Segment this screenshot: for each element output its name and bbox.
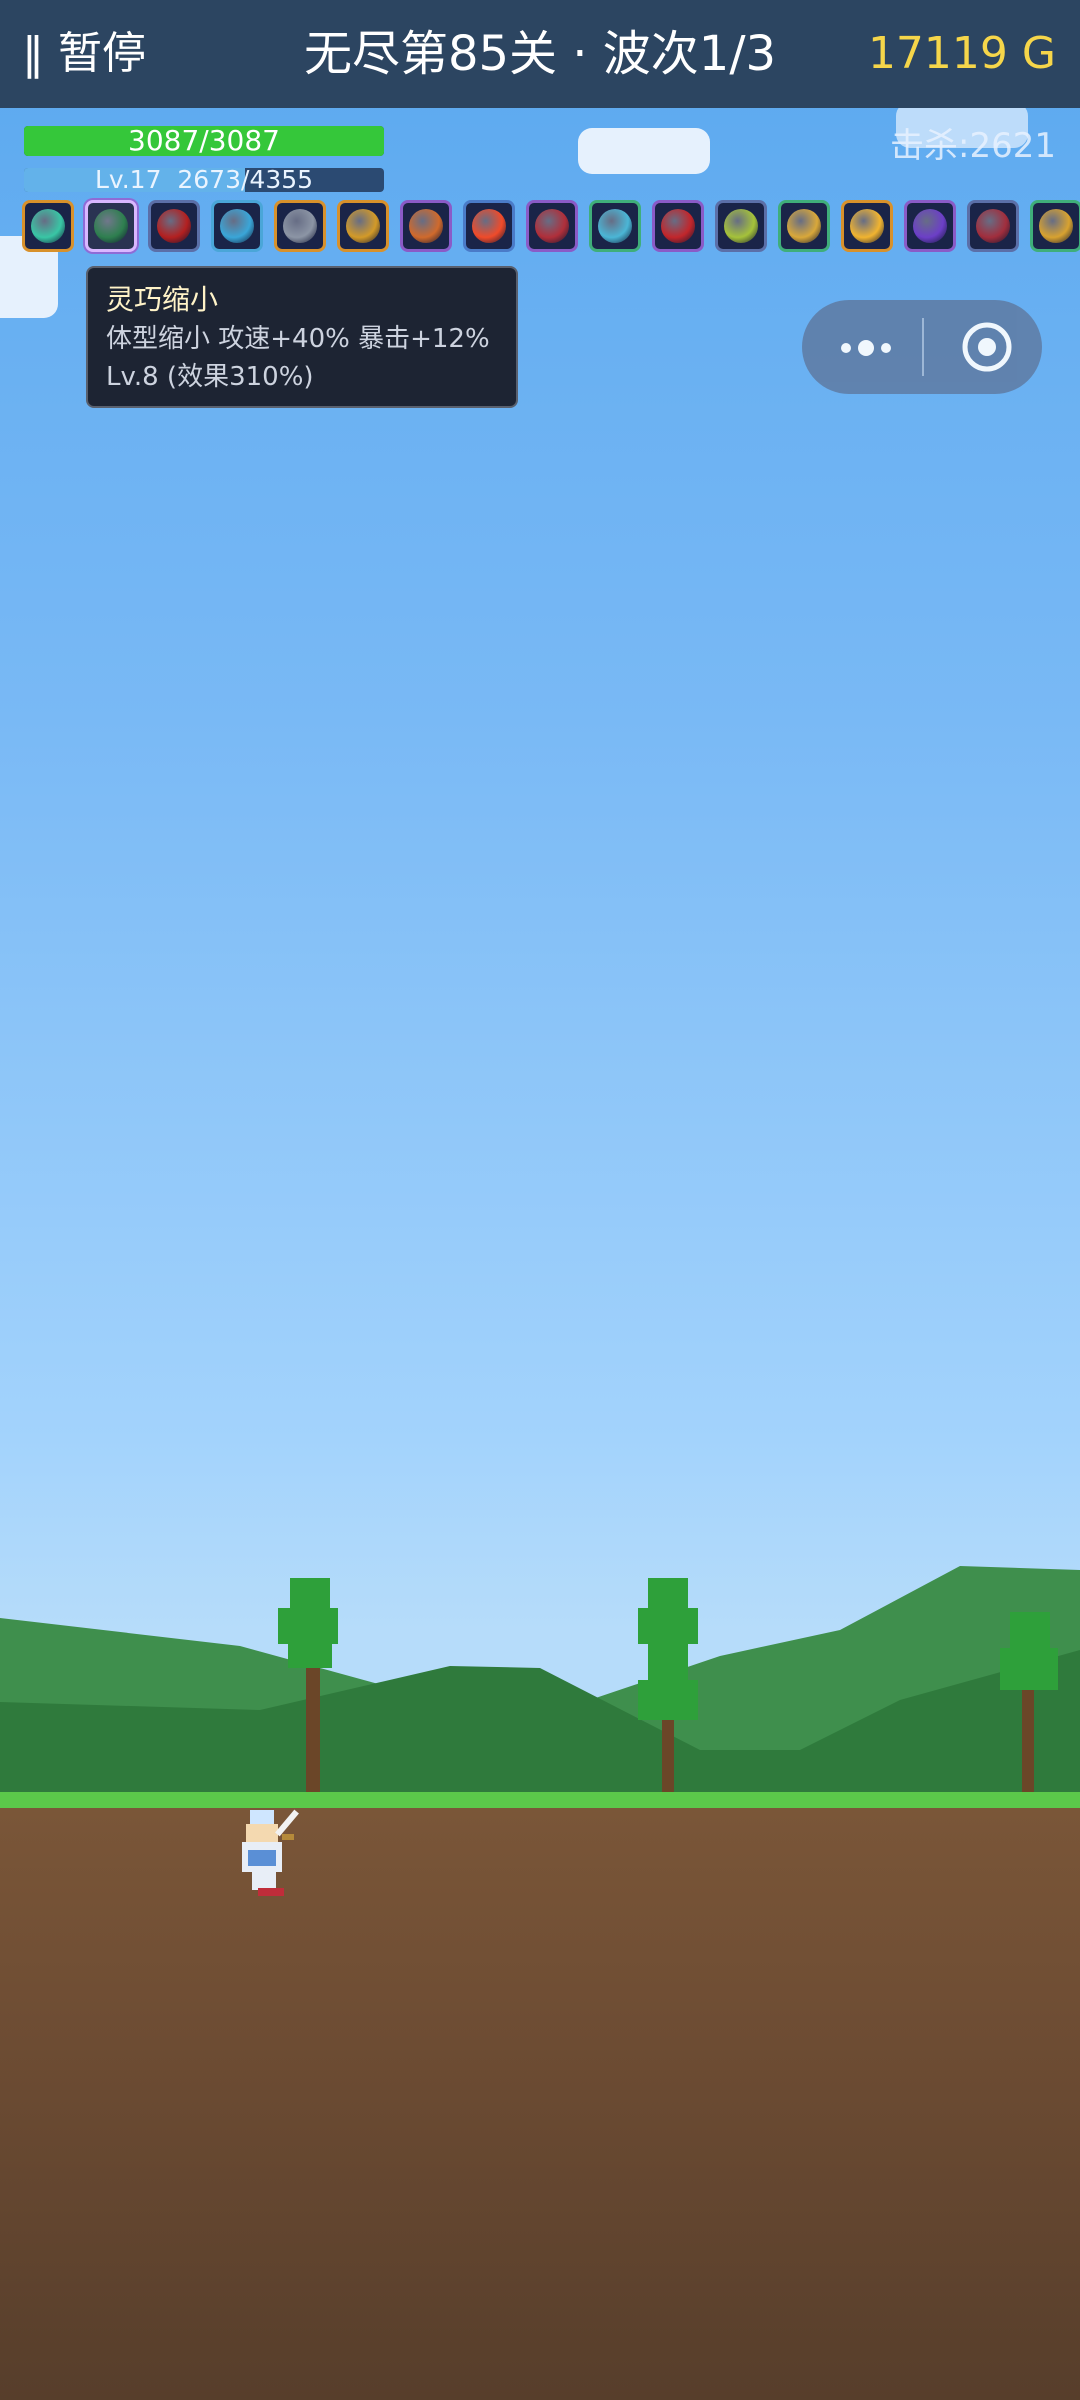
skill-slot[interactable] (652, 200, 704, 252)
hero-character (242, 1809, 299, 1896)
xp-text: Lv.17 2673/4355 (94, 168, 314, 192)
gold-armor-icon (1039, 209, 1073, 243)
rune-tablet-icon (976, 209, 1010, 243)
demon-rune-icon (157, 209, 191, 243)
more-dots-icon[interactable] (834, 328, 904, 368)
skill-slot[interactable] (22, 200, 74, 252)
flame-orb-icon (472, 209, 506, 243)
hp-text: 3087/3087 (128, 126, 280, 156)
skill-slot[interactable] (85, 200, 137, 252)
skill-slot[interactable] (211, 200, 263, 252)
skill-slot[interactable] (148, 200, 200, 252)
knight-helmet-icon (283, 209, 317, 243)
skill-slot[interactable] (589, 200, 641, 252)
ground (0, 1808, 1080, 2400)
golden-shield-icon (346, 209, 380, 243)
xp-bar: Lv.17 2673/4355 (24, 168, 384, 192)
kill-counter: 击杀:2621 (890, 126, 1056, 166)
skill-slot[interactable] (967, 200, 1019, 252)
tooltip-effect: 体型缩小 攻速+40% 暴击+12% (106, 324, 490, 354)
tornado-icon (31, 209, 65, 243)
skill-slot[interactable] (841, 200, 893, 252)
skill-tooltip: 灵巧缩小 体型缩小 攻速+40% 暴击+12% Lv.8 (效果310%) (86, 266, 518, 408)
cloud (578, 128, 710, 174)
gold-counter: 17119 G (867, 28, 1056, 79)
tooltip-level: Lv.8 (效果310%) (106, 362, 314, 392)
shrink-icon (94, 209, 128, 243)
skill-bar (22, 198, 1080, 258)
skill-slot[interactable] (904, 200, 956, 252)
capsule-divider (922, 318, 924, 376)
hp-bar: 3087/3087 (24, 126, 384, 156)
poison-gem-icon (724, 209, 758, 243)
fire-sword-icon (409, 209, 443, 243)
blue-blade-icon (220, 209, 254, 243)
red-battleaxe-icon (661, 209, 695, 243)
void-crystal-icon (913, 209, 947, 243)
golden-arrow-icon (787, 209, 821, 243)
skill-slot[interactable] (463, 200, 515, 252)
skill-slot[interactable] (715, 200, 767, 252)
tooltip-title: 灵巧缩小 (106, 283, 219, 316)
target-close-icon[interactable] (960, 320, 1014, 374)
skill-slot[interactable] (526, 200, 578, 252)
hills-background (0, 1566, 1080, 1810)
skill-slot[interactable] (1030, 200, 1080, 252)
crossed-axes-icon (535, 209, 569, 243)
top-bar: ‖ 暂停 无尽第85关 · 波次1/3 17119 G (0, 0, 1080, 108)
miniprogram-capsule (802, 300, 1042, 394)
skill-slot[interactable] (778, 200, 830, 252)
skill-slot[interactable] (400, 200, 452, 252)
skill-slot[interactable] (337, 200, 389, 252)
sun-star-icon (850, 209, 884, 243)
skill-slot[interactable] (274, 200, 326, 252)
ice-shards-icon (598, 209, 632, 243)
